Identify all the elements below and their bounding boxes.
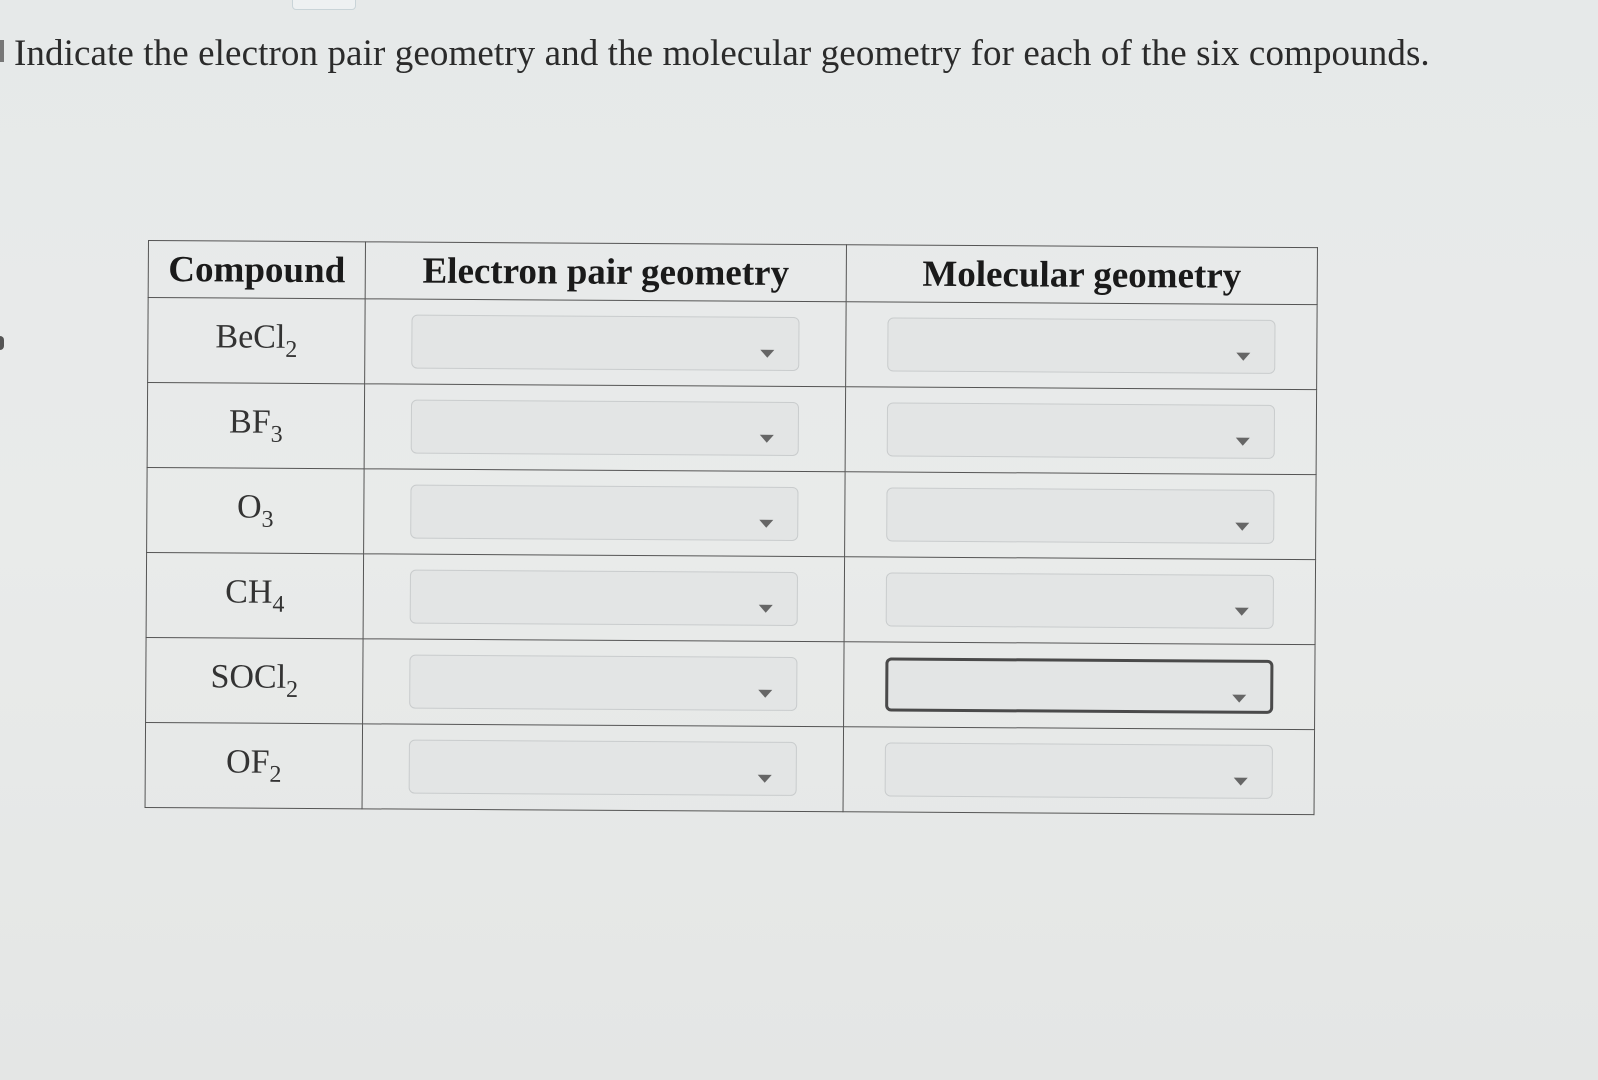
top-tab-edge [292,0,356,10]
chevron-down-icon [759,434,774,443]
compound-formula: O [236,488,262,526]
question-prompt: Indicate the electron pair geometry and … [14,33,1430,74]
table-row: OF2 [145,722,1315,815]
compound-subscript: 4 [272,591,285,618]
table-row: BF3 [147,382,1317,475]
chevron-down-icon [1234,607,1249,616]
compound-formula: OF [225,742,270,781]
left-margin-marker [0,336,4,350]
molecular-geometry-cell [844,556,1316,645]
electron-pair-geometry-dropdown[interactable] [411,314,800,371]
chevron-down-icon [1233,777,1248,786]
compound-subscript: 2 [269,761,282,788]
left-margin-marker [0,40,4,62]
chevron-down-icon [759,519,774,528]
compound-formula: BF [228,402,271,441]
compound-cell: SOCl2 [145,637,364,724]
electron-pair-geometry-cell [364,383,846,472]
table-row: CH4 [146,552,1316,645]
chevron-down-icon [758,689,773,698]
electron-pair-geometry-cell [362,638,845,727]
molecular-geometry-dropdown[interactable] [884,742,1273,799]
compound-formula: SOCl [210,657,287,696]
compound-subscript: 2 [285,336,298,363]
chevron-down-icon [1235,522,1250,531]
compound-formula: CH [225,572,273,611]
electron-pair-geometry-cell [362,723,844,812]
molecular-geometry-dropdown[interactable] [887,317,1276,374]
electron-pair-geometry-cell [364,298,847,387]
chevron-down-icon [758,604,773,613]
chevron-down-icon [1232,694,1247,703]
electron-pair-geometry-cell [363,553,845,642]
compound-subscript: 3 [261,506,274,533]
header-molecular-geometry: Molecular geometry [846,244,1318,305]
compound-cell: CH4 [146,552,364,639]
compound-cell: BF3 [147,382,365,469]
electron-pair-geometry-dropdown[interactable] [410,399,800,456]
compound-cell: O3 [146,467,365,554]
molecular-geometry-cell [843,641,1316,730]
compound-cell: BeCl2 [147,297,366,384]
header-electron-pair-geometry: Electron pair geometry [365,241,847,302]
table-row: SOCl2 [145,637,1316,730]
compound-formula: BeCl [215,317,286,356]
molecular-geometry-cell [844,471,1317,560]
table-header-row: Compound Electron pair geometry Molecula… [148,240,1318,305]
electron-pair-geometry-dropdown[interactable] [409,654,798,711]
electron-pair-geometry-dropdown[interactable] [409,569,798,626]
geometry-table: Compound Electron pair geometry Molecula… [145,240,1318,815]
chevron-down-icon [760,349,775,358]
electron-pair-geometry-cell [363,468,846,557]
chevron-down-icon [1235,437,1250,446]
molecular-geometry-cell [845,386,1317,475]
molecular-geometry-cell [845,301,1318,390]
molecular-geometry-dropdown[interactable] [885,572,1274,629]
table-row: O3 [146,467,1317,560]
electron-pair-geometry-dropdown[interactable] [408,739,797,796]
chevron-down-icon [1236,352,1251,361]
compound-subscript: 2 [285,676,299,703]
table-row: BeCl2 [147,297,1318,390]
molecular-geometry-dropdown-focused[interactable] [885,657,1274,714]
chevron-down-icon [757,774,772,783]
molecular-geometry-dropdown[interactable] [886,487,1275,544]
molecular-geometry-dropdown[interactable] [886,402,1276,459]
electron-pair-geometry-dropdown[interactable] [410,484,799,541]
compound-subscript: 3 [270,421,283,448]
compound-cell: OF2 [145,722,363,809]
header-compound: Compound [148,240,366,299]
molecular-geometry-cell [843,726,1315,815]
